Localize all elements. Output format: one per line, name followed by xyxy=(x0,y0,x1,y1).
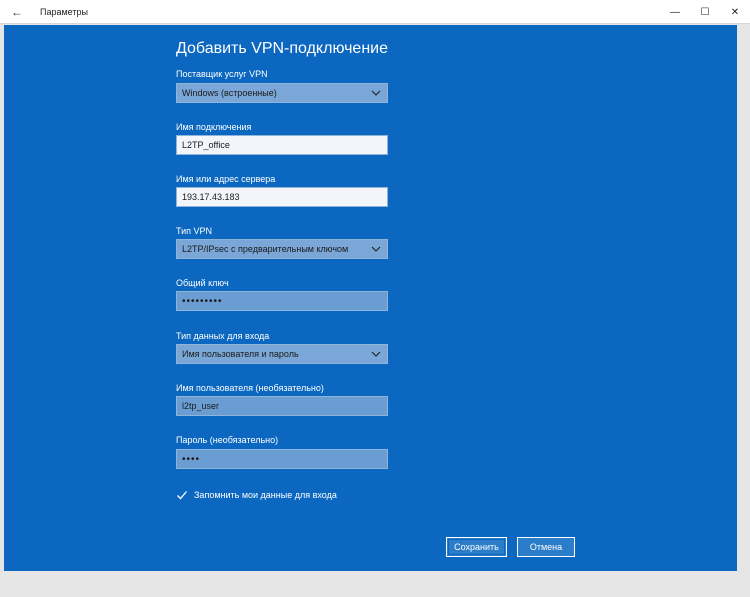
preshared-key-value: ••••••••• xyxy=(182,295,223,307)
preshared-key-label: Общий ключ xyxy=(176,278,229,288)
chevron-down-icon xyxy=(371,88,381,98)
username-input[interactable]: l2tp_user xyxy=(176,396,388,416)
username-label: Имя пользователя (необязательно) xyxy=(176,383,324,393)
preshared-key-input[interactable]: ••••••••• xyxy=(176,291,388,311)
minimize-button[interactable]: — xyxy=(660,0,690,24)
remember-credentials-row[interactable]: Запомнить мои данные для входа xyxy=(176,489,337,501)
connection-name-input[interactable]: L2TP_office xyxy=(176,135,388,155)
remember-credentials-label: Запомнить мои данные для входа xyxy=(194,490,337,500)
save-button[interactable]: Сохранить xyxy=(446,537,507,557)
connection-name-label: Имя подключения xyxy=(176,122,252,132)
vpn-type-value: L2TP/IPsec с предварительным ключом xyxy=(182,244,349,254)
cancel-button[interactable]: Отмена xyxy=(517,537,575,557)
signin-type-label: Тип данных для входа xyxy=(176,331,270,341)
background-bottom xyxy=(0,571,750,597)
server-label: Имя или адрес сервера xyxy=(176,174,276,184)
add-vpn-dialog: Добавить VPN-подключение Поставщик услуг… xyxy=(4,25,737,571)
title-bar: ← Параметры — ☐ ✕ xyxy=(0,0,750,24)
signin-type-value: Имя пользователя и пароль xyxy=(182,349,299,359)
server-input[interactable]: 193.17.43.183 xyxy=(176,187,388,207)
signin-type-select[interactable]: Имя пользователя и пароль xyxy=(176,344,388,364)
chevron-down-icon xyxy=(371,349,381,359)
provider-value: Windows (встроенные) xyxy=(182,88,277,98)
provider-select[interactable]: Windows (встроенные) xyxy=(176,83,388,103)
password-label: Пароль (необязательно) xyxy=(176,435,279,445)
maximize-button[interactable]: ☐ xyxy=(690,0,720,24)
chevron-down-icon xyxy=(371,244,381,254)
background-right xyxy=(737,25,750,597)
provider-label: Поставщик услуг VPN xyxy=(176,69,268,79)
password-input[interactable]: •••• xyxy=(176,449,388,469)
password-value: •••• xyxy=(182,453,201,465)
username-value: l2tp_user xyxy=(182,401,220,411)
checkmark-icon[interactable] xyxy=(176,489,188,501)
vpn-type-label: Тип VPN xyxy=(176,226,213,236)
connection-name-value: L2TP_office xyxy=(182,140,230,150)
app-title: Параметры xyxy=(40,6,88,17)
close-button[interactable]: ✕ xyxy=(720,0,750,24)
server-value: 193.17.43.183 xyxy=(182,192,240,202)
window-controls: — ☐ ✕ xyxy=(660,0,750,24)
vpn-type-select[interactable]: L2TP/IPsec с предварительным ключом xyxy=(176,239,388,259)
dialog-title: Добавить VPN-подключение xyxy=(176,40,388,57)
back-arrow-icon[interactable]: ← xyxy=(0,0,34,24)
